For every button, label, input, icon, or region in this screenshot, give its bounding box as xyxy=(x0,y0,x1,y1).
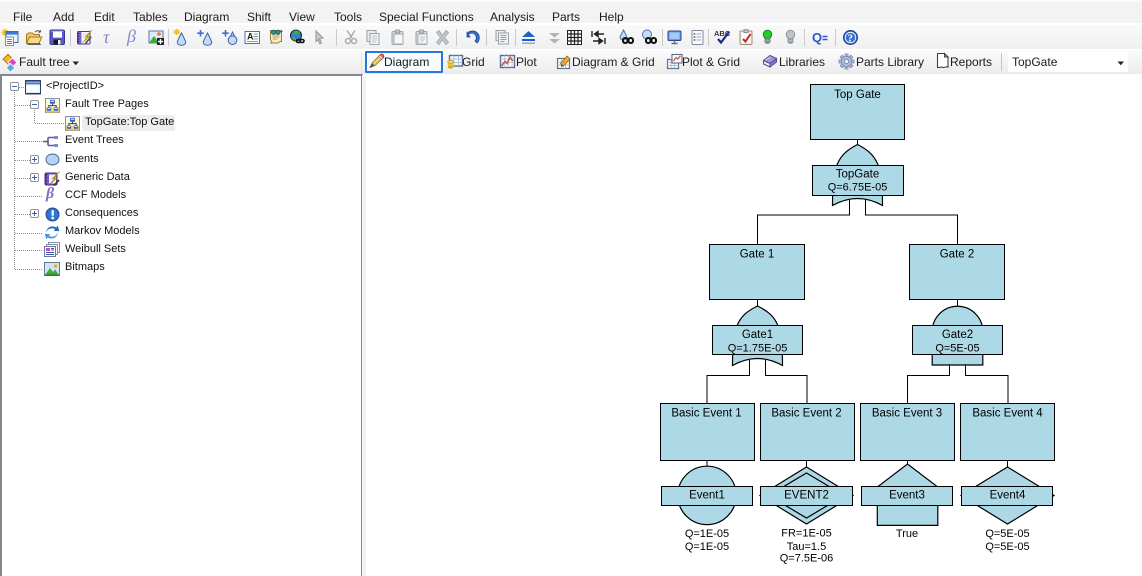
svg-text:EVENT2: EVENT2 xyxy=(784,489,829,501)
svg-text:Q=1E-05: Q=1E-05 xyxy=(685,541,729,553)
svg-text:Basic Event 1: Basic Event 1 xyxy=(671,408,741,420)
svg-text:Event3: Event3 xyxy=(889,489,925,501)
svg-text:?: ? xyxy=(848,33,854,45)
svg-text:Gate 2: Gate 2 xyxy=(940,249,975,261)
svg-text:Gate 1: Gate 1 xyxy=(740,249,775,261)
svg-text:Event4: Event4 xyxy=(990,489,1026,501)
svg-text:Q=5E-05: Q=5E-05 xyxy=(935,343,979,355)
svg-text:Q=1E-05: Q=1E-05 xyxy=(685,528,729,540)
svg-text:Q: Q xyxy=(812,30,822,45)
svg-text:Q=6.75E-05: Q=6.75E-05 xyxy=(828,181,888,193)
svg-text:Q=5E-05: Q=5E-05 xyxy=(985,528,1029,540)
svg-text:Tau=1.5: Tau=1.5 xyxy=(787,541,826,553)
svg-text:Event1: Event1 xyxy=(689,489,725,501)
svg-text:Gate1: Gate1 xyxy=(742,329,773,341)
svg-text:Q=1.75E-05: Q=1.75E-05 xyxy=(728,343,788,355)
svg-text:Basic Event 2: Basic Event 2 xyxy=(771,408,841,420)
svg-text:Gate2: Gate2 xyxy=(942,329,973,341)
svg-text:A: A xyxy=(247,32,254,42)
svg-text:Top Gate: Top Gate xyxy=(834,89,881,101)
svg-text:Q=7.5E-06: Q=7.5E-06 xyxy=(780,553,834,565)
svg-text:TopGate: TopGate xyxy=(836,169,879,181)
svg-text:Basic Event 3: Basic Event 3 xyxy=(872,408,942,420)
svg-text:Basic Event 4: Basic Event 4 xyxy=(972,408,1043,420)
svg-text:FR=1E-05: FR=1E-05 xyxy=(781,527,831,539)
svg-text:True: True xyxy=(896,528,918,540)
svg-text:Q=5E-05: Q=5E-05 xyxy=(985,541,1029,553)
